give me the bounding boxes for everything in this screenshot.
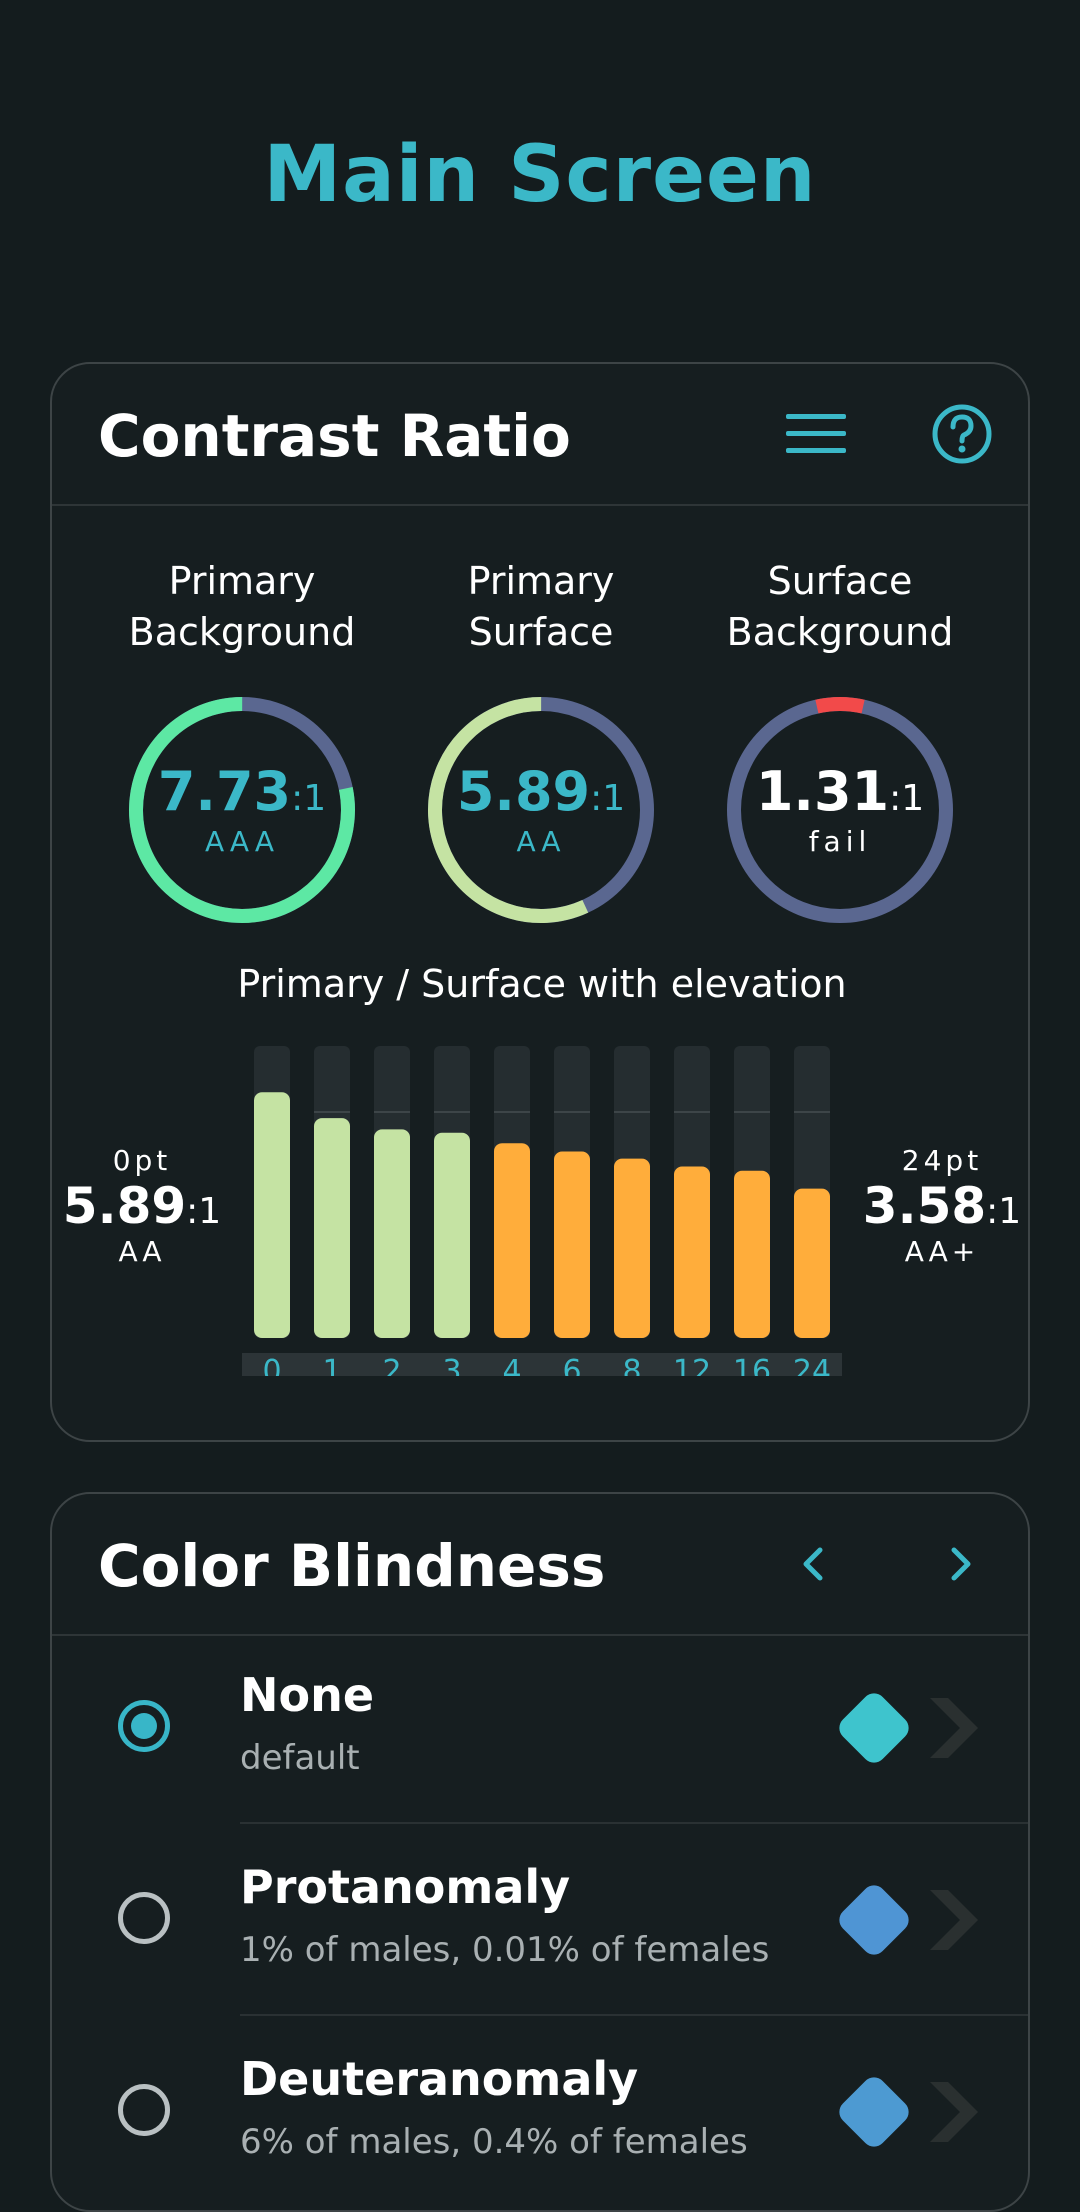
elevation-tick-label: 6 <box>562 1354 581 1376</box>
elevation-tick-label: 16 <box>733 1354 771 1376</box>
elevation-bar <box>554 1151 590 1338</box>
elevation-bar <box>794 1188 830 1338</box>
contrast-card-title: Contrast Ratio <box>98 402 571 470</box>
chevron-left-icon[interactable] <box>782 1532 846 1596</box>
gauge-label-surface-background: Surface Background <box>726 559 954 654</box>
radio-button[interactable] <box>118 1700 170 1752</box>
radio-button[interactable] <box>118 1892 170 1944</box>
elevation-bar <box>374 1129 410 1338</box>
gauge-value-surface-background: 1.31:1 fail <box>720 760 960 858</box>
chevron-right-icon[interactable] <box>928 1532 992 1596</box>
gauge-grade: AAA <box>204 825 280 858</box>
elevation-bar <box>734 1170 770 1338</box>
blindness-option-none[interactable]: None default <box>52 1634 1028 1824</box>
gauge-grade: AA <box>516 825 566 858</box>
chevron-shape <box>930 2082 978 2142</box>
blindness-option-protanomaly[interactable]: Protanomaly 1% of males, 0.01% of female… <box>52 1826 1028 2016</box>
elevation-tick-label: 1 <box>322 1354 341 1376</box>
menu-icon[interactable] <box>784 402 848 466</box>
help-icon[interactable] <box>930 402 994 466</box>
option-description: 1% of males, 0.01% of females <box>240 1930 770 1970</box>
color-diamond <box>839 1885 909 1955</box>
elevation-bar <box>494 1143 530 1338</box>
color-blindness-card: Color Blindness None default Protanomaly… <box>50 1492 1030 2212</box>
gauge-value-primary-background: 7.73:1 AAA <box>122 760 362 858</box>
elevation-tick-label: 12 <box>673 1354 711 1376</box>
screen-title: Main Screen <box>263 130 817 220</box>
elevation-tick-label: 4 <box>502 1354 521 1376</box>
radio-button[interactable] <box>118 2084 170 2136</box>
elevation-tick-label: 3 <box>442 1354 461 1376</box>
gauge-value-primary-surface: 5.89:1 AA <box>421 760 661 858</box>
elevation-min-readout: 0pt 5.89:1 AA <box>62 1144 222 1268</box>
color-diamond <box>839 2077 909 2147</box>
gauge-label-primary-background: Primary Background <box>128 559 356 654</box>
option-name: Deuteranomaly <box>240 2052 639 2106</box>
option-name: None <box>240 1668 375 1722</box>
chevron-shape <box>930 1698 978 1758</box>
option-name: Protanomaly <box>240 1860 571 1914</box>
contrast-ratio-card: Contrast Ratio Primary Background Primary… <box>50 362 1030 1442</box>
elevation-tick-label: 24 <box>793 1354 831 1376</box>
elevation-bar-chart: 0 1 2 3 4 6 8 12 16 24 <box>242 1046 842 1376</box>
elevation-bar <box>254 1092 290 1338</box>
elevation-bar <box>314 1118 350 1338</box>
elevation-tick-label: 2 <box>382 1354 401 1376</box>
color-swatch-icon <box>839 1885 978 1955</box>
option-description: 6% of males, 0.4% of females <box>240 2122 748 2162</box>
color-swatch-icon <box>839 2077 978 2147</box>
elevation-tick-label: 8 <box>622 1354 641 1376</box>
color-swatch-icon <box>839 1693 978 1763</box>
contrast-card-header: Contrast Ratio <box>52 364 1028 506</box>
blindness-card-header: Color Blindness <box>52 1494 1028 1636</box>
blindness-card-title: Color Blindness <box>98 1532 606 1600</box>
elevation-tick-label: 0 <box>262 1354 281 1376</box>
elevation-bar <box>434 1132 470 1338</box>
elevation-title: Primary / Surface with elevation <box>237 962 847 1006</box>
elevation-bar <box>674 1166 710 1338</box>
blindness-option-deuteranomaly[interactable]: Deuteranomaly 6% of males, 0.4% of femal… <box>52 2018 1028 2208</box>
elevation-max-readout: 24pt 3.58:1 AA+ <box>862 1144 1022 1268</box>
elevation-bar <box>614 1158 650 1338</box>
gauge-label-primary-surface: Primary Surface <box>467 559 615 654</box>
color-diamond <box>839 1693 909 1763</box>
gauge-grade: fail <box>808 825 872 858</box>
chevron-shape <box>930 1890 978 1950</box>
option-description: default <box>240 1738 360 1778</box>
